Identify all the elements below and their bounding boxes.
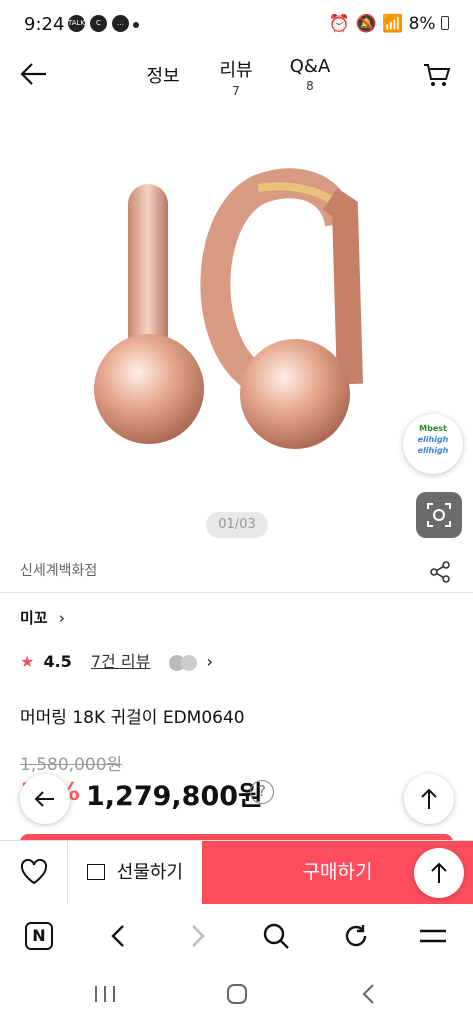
gift-button[interactable]: 선물하기 bbox=[68, 841, 202, 904]
badge-line-2: elihigh bbox=[417, 435, 449, 444]
reviewer-avatars[interactable] bbox=[169, 655, 198, 675]
star-icon: ★ bbox=[20, 652, 35, 671]
badge-line-1: Mbest bbox=[419, 424, 447, 433]
tab-qna-label: Q&A bbox=[289, 56, 331, 77]
scroll-top-button-2[interactable] bbox=[414, 848, 464, 898]
battery-icon bbox=[441, 16, 449, 30]
status-right: ⏰ 🔕 📶 8% bbox=[329, 14, 449, 34]
tab-qna-count: 8 bbox=[306, 79, 314, 93]
sale-price: 1,279,800원 bbox=[86, 781, 263, 812]
store-name[interactable]: 신세계백화점 bbox=[20, 560, 97, 580]
wishlist-button[interactable] bbox=[0, 841, 68, 904]
divider bbox=[0, 592, 473, 593]
forward-nav-icon[interactable] bbox=[188, 924, 208, 948]
tab-reviews-count: 7 bbox=[232, 84, 240, 98]
brand-name: 미꼬 bbox=[20, 609, 48, 627]
back-nav-icon[interactable] bbox=[108, 924, 128, 948]
tab-reviews[interactable]: 리뷰 7 bbox=[214, 56, 258, 98]
back-float-button[interactable] bbox=[20, 774, 70, 824]
gift-icon bbox=[87, 864, 105, 880]
gift-label: 선물하기 bbox=[116, 862, 183, 883]
buy-label: 구매하기 bbox=[302, 861, 373, 883]
arrow-left-icon bbox=[34, 791, 54, 807]
notification-dot bbox=[133, 22, 139, 28]
recent-apps-icon[interactable] bbox=[93, 984, 117, 1004]
battery-text: 8% bbox=[408, 14, 436, 34]
home-icon[interactable] bbox=[226, 983, 248, 1005]
top-header: 정보 리뷰 7 Q&A 8 bbox=[0, 48, 473, 104]
rating-value: 4.5 bbox=[43, 652, 72, 671]
arrow-up-icon bbox=[431, 862, 447, 883]
tab-info[interactable]: 정보 bbox=[142, 62, 184, 88]
browser-toolbar: N bbox=[0, 904, 473, 968]
reviews-link[interactable]: 7건 리뷰 bbox=[91, 652, 150, 671]
refresh-icon[interactable] bbox=[342, 922, 370, 950]
heart-icon bbox=[20, 859, 48, 885]
help-icon[interactable]: ? bbox=[250, 780, 274, 804]
naver-home-icon[interactable]: N bbox=[25, 922, 53, 950]
wifi-icon: 📶 bbox=[382, 14, 404, 34]
purchase-bar: 선물하기 구매하기 bbox=[0, 840, 473, 904]
mute-icon: 🔕 bbox=[355, 14, 377, 34]
arrow-up-icon bbox=[421, 788, 437, 809]
scroll-top-button[interactable] bbox=[404, 774, 454, 824]
tab-info-label: 정보 bbox=[146, 66, 180, 87]
chevron-right-icon: › bbox=[58, 609, 65, 627]
tab-reviews-label: 리뷰 bbox=[219, 60, 253, 81]
chevron-right-icon[interactable]: › bbox=[207, 652, 213, 671]
rating-row: ★ 4.5 7건 리뷰 › bbox=[20, 648, 213, 675]
brand-link[interactable]: 미꼬 › bbox=[20, 607, 65, 628]
badge-line-3: elihigh bbox=[417, 446, 449, 455]
product-image[interactable] bbox=[0, 104, 473, 544]
alarm-icon: ⏰ bbox=[328, 14, 351, 34]
menu-icon[interactable] bbox=[419, 926, 447, 946]
original-price: 1,580,000원 bbox=[20, 755, 123, 775]
share-icon[interactable] bbox=[428, 560, 452, 588]
c-icon: C bbox=[90, 15, 107, 32]
chat-icon: … bbox=[112, 15, 129, 32]
visual-search-button[interactable] bbox=[416, 492, 462, 538]
status-bar: 9:24 TALK C … ⏰ 🔕 📶 8% bbox=[0, 0, 473, 48]
status-time: 9:24 bbox=[24, 14, 65, 35]
camera-search-icon bbox=[427, 503, 451, 527]
system-nav-bar bbox=[0, 968, 473, 1024]
system-back-icon[interactable] bbox=[361, 983, 377, 1005]
talk-icon: TALK bbox=[68, 15, 85, 32]
gallery-pager: 01/03 bbox=[206, 512, 268, 538]
promo-badge[interactable]: Mbest elihigh elihigh bbox=[403, 414, 463, 474]
search-icon[interactable] bbox=[262, 922, 290, 950]
back-icon[interactable] bbox=[20, 62, 48, 90]
product-name: 머머링 18K 귀걸이 EDM0640 bbox=[20, 708, 245, 728]
tab-qna[interactable]: Q&A 8 bbox=[286, 56, 334, 93]
cart-icon[interactable] bbox=[423, 62, 451, 92]
